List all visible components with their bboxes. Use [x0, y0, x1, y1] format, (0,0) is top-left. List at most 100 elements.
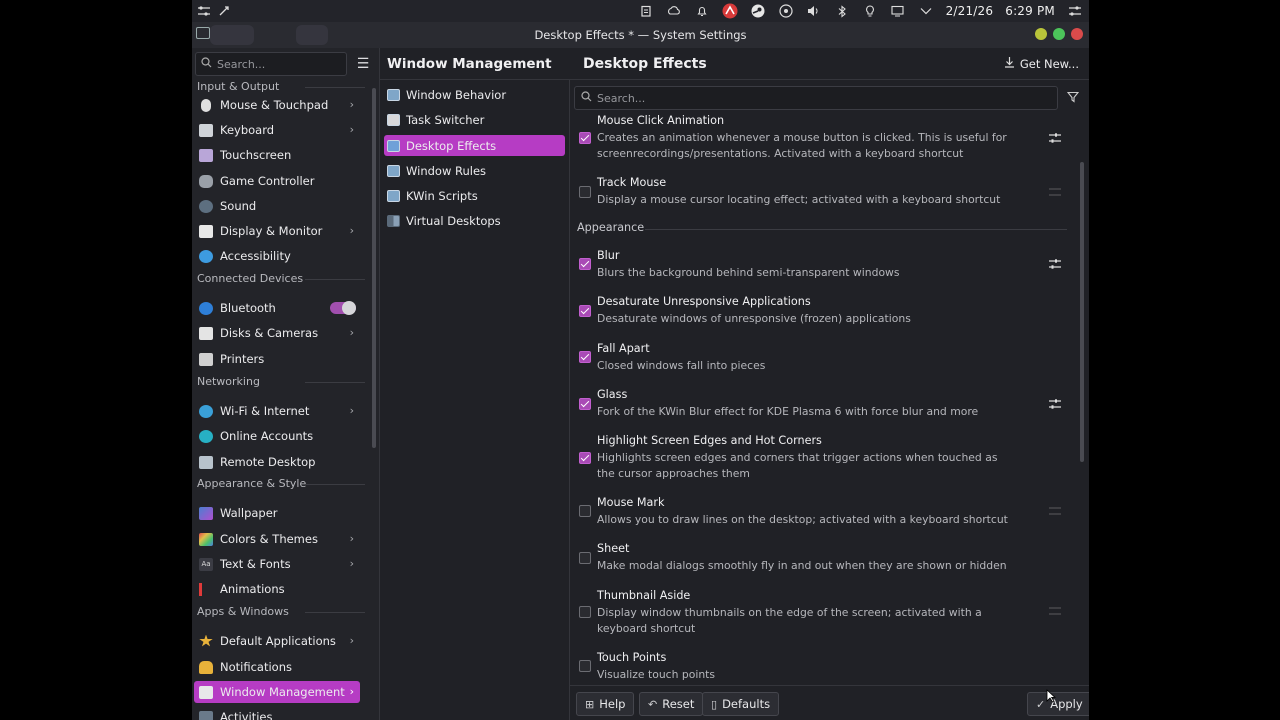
sidebar-item-bluetooth[interactable]: Bluetooth [194, 297, 360, 319]
effect-checkbox[interactable] [579, 258, 591, 270]
sidebar-item-colors-themes[interactable]: Colors & Themes › [194, 528, 360, 550]
volume-icon[interactable] [806, 3, 822, 19]
nav-task-switcher[interactable]: Task Switcher [384, 109, 565, 130]
sidebar-item-display-monitor[interactable]: Display & Monitor › [194, 220, 360, 242]
effects-scrollbar[interactable] [1080, 162, 1084, 462]
clock-time[interactable]: 6:29 PM [1005, 4, 1055, 18]
app-icon[interactable] [196, 27, 210, 39]
effect-checkbox[interactable] [579, 505, 591, 517]
sidebar-item-disks-cameras[interactable]: Disks & Cameras › [194, 322, 360, 344]
configure-icon[interactable] [1048, 132, 1062, 144]
sidebar-item-remote-desktop[interactable]: Remote Desktop [194, 451, 360, 473]
effects-search-input[interactable] [597, 91, 1017, 105]
nav-kwin-scripts[interactable]: KWin Scripts [384, 185, 565, 206]
sidebar-search[interactable] [195, 52, 347, 76]
hamburger-menu-icon[interactable]: ☰ [355, 56, 371, 72]
apply-button[interactable]: ✓ Apply [1027, 692, 1089, 716]
sidebar-item-printers[interactable]: Printers [194, 348, 360, 370]
clock-date[interactable]: 2/21/26 [946, 4, 994, 18]
page-title: Desktop Effects [583, 55, 707, 72]
sidebar-item-mouse-touchpad[interactable]: Mouse & Touchpad › [194, 94, 360, 116]
steam-icon[interactable] [750, 3, 766, 19]
middle-title: Window Management [387, 55, 552, 72]
defaults-button[interactable]: ▯ Defaults [702, 692, 780, 716]
effect-checkbox[interactable] [579, 186, 591, 198]
nav-item-label: Window Rules [406, 163, 487, 178]
sidebar-item-notifications[interactable]: Notifications [194, 656, 360, 678]
configure-icon [1048, 605, 1062, 617]
sidebar-item-window-management[interactable]: Window Management › [194, 681, 360, 703]
minimize-button[interactable] [1035, 28, 1047, 40]
top-panel: 2/21/26 6:29 PM [192, 0, 1089, 22]
effect-name: Mouse Click Animation [597, 114, 725, 127]
effect-checkbox[interactable] [579, 351, 591, 363]
configure-icon[interactable] [1048, 398, 1062, 410]
help-label: Help [599, 697, 626, 711]
bluetooth-toggle[interactable] [330, 301, 356, 315]
cloud-icon[interactable] [666, 3, 682, 19]
effect-checkbox[interactable] [579, 660, 591, 672]
help-button[interactable]: ⊞ Help [576, 692, 635, 716]
connect-icon[interactable] [216, 3, 232, 19]
bluetooth-tray-icon[interactable] [834, 3, 850, 19]
sidebar-item-label: Game Controller [220, 174, 315, 188]
effect-description: Display window thumbnails on the edge of… [597, 606, 982, 635]
effect-checkbox[interactable] [579, 132, 591, 144]
document-icon: ▯ [711, 697, 718, 711]
sidebar-item-animations[interactable]: Animations [194, 578, 360, 600]
bell-icon[interactable] [694, 3, 710, 19]
sidebar-item-touchscreen[interactable]: Touchscreen [194, 144, 360, 166]
close-button[interactable] [1071, 28, 1083, 40]
sidebar-item-accessibility[interactable]: Accessibility [194, 245, 360, 267]
effect-checkbox[interactable] [579, 398, 591, 410]
window-rules-icon [387, 164, 400, 177]
sidebar-item-wallpaper[interactable]: Wallpaper [194, 502, 360, 524]
accessibility-icon [199, 249, 213, 263]
maximize-button[interactable] [1053, 28, 1065, 40]
nav-virtual-desktops[interactable]: Virtual Desktops [384, 210, 565, 231]
configure-icon[interactable] [1048, 258, 1062, 270]
clipboard-icon[interactable] [638, 3, 654, 19]
effects-search[interactable] [574, 86, 1058, 110]
window-icon [199, 685, 213, 699]
nav-item-label: Virtual Desktops [406, 213, 501, 228]
effect-checkbox[interactable] [579, 305, 591, 317]
sidebar-item-online-accounts[interactable]: Online Accounts [194, 425, 360, 447]
middle-header: Window Management [380, 48, 570, 80]
sidebar-item-game-controller[interactable]: Game Controller [194, 170, 360, 192]
sidebar-item-activities[interactable]: Activities [194, 706, 360, 720]
nav-window-rules[interactable]: Window Rules [384, 160, 565, 181]
chevron-right-icon: › [349, 326, 354, 339]
sliders-icon[interactable] [196, 3, 212, 19]
filter-icon[interactable] [1066, 91, 1081, 105]
sidebar-item-wifi-internet[interactable]: Wi-Fi & Internet › [194, 400, 360, 422]
display-tray-icon[interactable] [890, 3, 906, 19]
app-red-icon[interactable] [722, 3, 738, 19]
effect-checkbox[interactable] [579, 552, 591, 564]
panel-settings-icon[interactable] [1067, 3, 1083, 19]
sidebar-item-label: Remote Desktop [220, 455, 316, 469]
sidebar-item-sound[interactable]: Sound [194, 195, 360, 217]
titlebar[interactable]: Desktop Effects * — System Settings [192, 22, 1089, 48]
reset-button[interactable]: ↶ Reset [639, 692, 704, 716]
speaker-icon [199, 199, 213, 213]
chevron-down-icon[interactable] [918, 3, 934, 19]
sidebar-item-keyboard[interactable]: Keyboard › [194, 119, 360, 141]
nav-desktop-effects[interactable]: Desktop Effects [384, 135, 565, 156]
content-header: Desktop Effects Get New... [570, 48, 1089, 80]
nav-item-label: Task Switcher [406, 112, 485, 127]
defaults-label: Defaults [722, 697, 771, 711]
sidebar-search-input[interactable] [217, 57, 337, 71]
sidebar-scrollbar[interactable] [372, 88, 376, 448]
nav-window-behavior[interactable]: Window Behavior [384, 84, 565, 105]
lightbulb-icon[interactable] [862, 3, 878, 19]
discover-icon[interactable] [778, 3, 794, 19]
sidebar-item-text-fonts[interactable]: Aa Text & Fonts › [194, 553, 360, 575]
get-new-button[interactable]: Get New... [1004, 56, 1079, 71]
effect-checkbox[interactable] [579, 606, 591, 618]
effect-name: Glass [597, 388, 628, 401]
nav-item-label: Window Behavior [406, 87, 507, 102]
effects-list: Mouse Click Animation Creates an animati… [570, 114, 1079, 685]
sidebar-item-default-applications[interactable]: Default Applications › [194, 630, 360, 652]
effect-checkbox[interactable] [579, 452, 591, 464]
